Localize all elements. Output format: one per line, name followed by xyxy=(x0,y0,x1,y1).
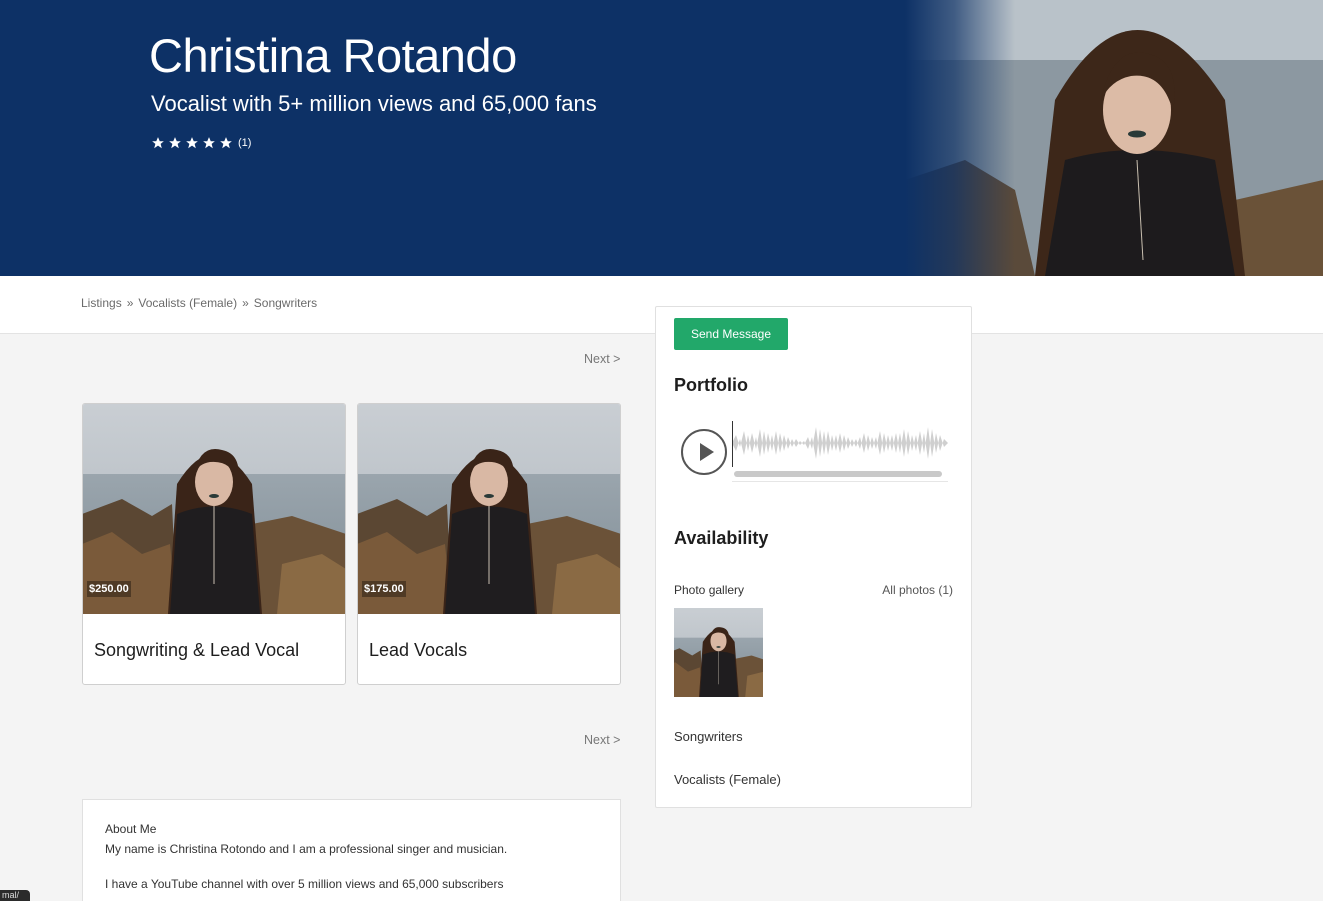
playhead xyxy=(732,421,733,467)
play-icon[interactable] xyxy=(681,429,727,475)
waveform[interactable] xyxy=(732,421,948,465)
about-text-line: I have a YouTube channel with over 5 mil… xyxy=(105,877,504,891)
category-link-vocalists-female[interactable]: Vocalists (Female) xyxy=(674,772,781,787)
listing-price: $250.00 xyxy=(87,581,131,597)
listing-card[interactable]: $250.00 Songwriting & Lead Vocal xyxy=(82,403,346,685)
breadcrumb-separator: » xyxy=(242,296,249,310)
breadcrumb-songwriters[interactable]: Songwriters xyxy=(254,296,317,310)
breadcrumb-listings[interactable]: Listings xyxy=(81,296,122,310)
audio-player xyxy=(674,419,948,485)
photo-gallery-label: Photo gallery xyxy=(674,583,745,597)
profile-name: Christina Rotando xyxy=(149,29,517,82)
hero-gradient xyxy=(905,0,1015,276)
corner-tab[interactable]: mal/ xyxy=(0,890,30,901)
star-icon xyxy=(186,137,198,149)
star-icon xyxy=(220,137,232,149)
rating[interactable]: (1) xyxy=(151,136,251,150)
breadcrumb-vocalists-female[interactable]: Vocalists (Female) xyxy=(138,296,237,310)
gallery-thumbnail[interactable] xyxy=(674,608,763,697)
all-photos-link[interactable]: All photos (1) xyxy=(882,583,953,597)
rating-count: (1) xyxy=(238,137,252,149)
progress-bar[interactable] xyxy=(734,471,942,477)
send-message-button[interactable]: Send Message xyxy=(674,318,788,350)
profile-tagline: Vocalist with 5+ million views and 65,00… xyxy=(151,91,597,116)
category-link-songwriters[interactable]: Songwriters xyxy=(674,729,743,744)
listing-title[interactable]: Songwriting & Lead Vocal xyxy=(94,640,299,661)
next-page-link-top[interactable]: Next > xyxy=(584,352,620,366)
listing-card[interactable]: $175.00 Lead Vocals xyxy=(357,403,621,685)
profile-sidebar: Send Message Portfolio Availability Phot… xyxy=(655,306,972,808)
next-page-link-bottom[interactable]: Next > xyxy=(584,733,620,747)
listing-price: $175.00 xyxy=(362,581,406,597)
star-icon xyxy=(152,137,164,149)
profile-hero: Christina Rotando Vocalist with 5+ milli… xyxy=(0,0,1323,276)
breadcrumb-separator: » xyxy=(126,296,134,310)
star-icon xyxy=(169,137,181,149)
breadcrumb: Listings » Vocalists (Female) » Songwrit… xyxy=(81,296,317,310)
portfolio-heading: Portfolio xyxy=(674,375,748,395)
about-heading: About Me xyxy=(105,822,157,836)
about-section: About Me My name is Christina Rotondo an… xyxy=(82,799,621,901)
divider xyxy=(732,481,948,482)
star-icon xyxy=(203,137,215,149)
listing-title[interactable]: Lead Vocals xyxy=(369,640,467,661)
about-text-line: My name is Christina Rotondo and I am a … xyxy=(105,842,508,856)
availability-heading: Availability xyxy=(674,528,769,548)
